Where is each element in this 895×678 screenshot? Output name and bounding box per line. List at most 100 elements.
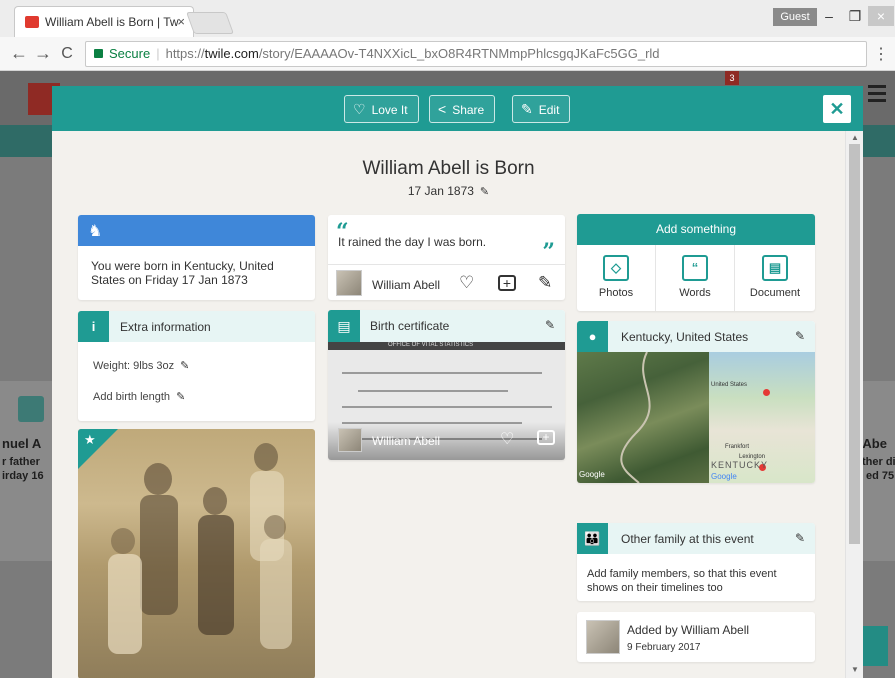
love-it-button[interactable]: ♡ Love It <box>344 95 419 123</box>
window-close-button[interactable]: × <box>868 6 894 26</box>
pencil-icon[interactable]: ✎ <box>538 273 552 293</box>
family-header: 👪 Other family at this event ✎ <box>577 523 815 554</box>
pencil-icon: ✎ <box>521 101 533 117</box>
map-city-label: Frankfort <box>725 444 750 450</box>
comment-icon[interactable]: + <box>537 430 555 445</box>
add-words-label: Words <box>679 287 711 299</box>
back-button[interactable]: ← <box>8 43 30 64</box>
photos-icon: ◇ <box>603 255 629 281</box>
share-label: Share <box>452 103 485 117</box>
lock-icon <box>94 49 103 58</box>
love-it-label: Love It <box>371 103 408 117</box>
maximize-button[interactable]: ❐ <box>842 6 868 26</box>
heart-icon[interactable]: ♡ <box>500 429 514 449</box>
modal-close-button[interactable]: ✕ <box>823 95 851 123</box>
certificate-card[interactable]: ▤ Birth certificate ✎ OFFICE OF VITAL ST… <box>328 310 565 460</box>
location-title: Kentucky, United States <box>621 330 749 344</box>
pencil-icon[interactable]: ✎ <box>795 531 805 545</box>
edit-weight-pencil-icon[interactable]: ✎ <box>180 360 189 372</box>
add-length-label: Add birth length <box>93 391 171 403</box>
avatar <box>586 620 620 654</box>
heart-icon[interactable]: ♡ <box>459 273 474 293</box>
family-photo[interactable]: ★ <box>78 429 315 678</box>
minimize-button[interactable]: – <box>816 6 842 26</box>
satellite-map[interactable]: Google <box>577 351 709 483</box>
certificate-header: ▤ Birth certificate ✎ <box>328 310 565 342</box>
profile-badge[interactable]: Guest <box>773 8 817 26</box>
satellite-google-label: Google <box>579 470 605 479</box>
weight-row[interactable]: Weight: 9lbs 3oz ✎ <box>93 359 189 372</box>
avatar <box>336 270 362 296</box>
url-host: twile.com <box>204 46 259 61</box>
twile-favicon-icon <box>25 16 39 28</box>
modal-toolbar: ♡ Love It < Share ✎ Edit ✕ <box>52 86 863 131</box>
add-something-title: Add something <box>577 214 815 245</box>
born-card-header: ♞ <box>78 215 315 246</box>
modal-scrollbar[interactable]: ▲ ▼ <box>845 131 863 678</box>
notification-badge: 3 <box>725 71 739 85</box>
words-icon: “ <box>682 255 708 281</box>
add-words-button[interactable]: “ Words <box>656 245 735 311</box>
map-region-label: United States <box>711 382 748 388</box>
family-text[interactable]: Add family members, so that this event s… <box>587 567 802 595</box>
weight-value: Weight: 9lbs 3oz <box>93 360 175 372</box>
bg-right-line1: ther di <box>862 456 895 468</box>
map-state-label: KENTUCKY <box>711 460 769 470</box>
bg-right-line2: ed 75 <box>866 470 895 482</box>
url-path: /story/EAAAAOv-T4NXXicL_bxO8R4RTNMmpPhlc… <box>258 46 660 61</box>
browser-tab[interactable]: William Abell is Born | Tw × <box>14 6 194 37</box>
document-icon: ▤ <box>328 310 360 342</box>
add-photos-button[interactable]: ◇ Photos <box>577 245 656 311</box>
quote-divider <box>328 264 565 265</box>
reload-button[interactable]: C <box>56 45 78 63</box>
edit-button[interactable]: ✎ Edit <box>512 95 571 123</box>
certificate-shade <box>328 422 565 460</box>
document-icon: ▤ <box>762 255 788 281</box>
share-icon: < <box>438 101 447 117</box>
story-date-row: 17 Jan 1873 ✎ <box>52 184 845 198</box>
added-by-card: Added by William Abell 9 February 2017 <box>577 612 815 662</box>
browser-menu-icon[interactable]: ⋮ <box>873 44 889 64</box>
added-by-date: 9 February 2017 <box>627 642 701 653</box>
url-input[interactable]: Secure | https://twile.com/story/EAAAAOv-T… <box>85 41 867 67</box>
road-map[interactable]: United States Frankfort Lexington KENTUC… <box>709 352 815 483</box>
hamburger-menu-icon[interactable] <box>868 85 886 103</box>
scroll-up-icon[interactable]: ▲ <box>851 133 859 142</box>
add-length-pencil-icon[interactable]: ✎ <box>176 391 185 403</box>
location-header: ● Kentucky, United States ✎ <box>577 321 815 352</box>
url-separator: | <box>156 46 160 61</box>
info-icon: i <box>78 311 109 342</box>
add-document-button[interactable]: ▤ Document <box>735 245 815 311</box>
edit-date-pencil-icon[interactable]: ✎ <box>480 186 489 198</box>
extra-info-title: Extra information <box>120 320 211 334</box>
person-icon <box>18 396 44 422</box>
add-length-row[interactable]: Add birth length ✎ <box>93 390 185 403</box>
comment-icon[interactable]: + <box>498 275 516 291</box>
satellite-river <box>620 351 651 483</box>
pencil-icon[interactable]: ✎ <box>545 318 555 332</box>
secure-label: Secure <box>109 46 151 61</box>
family-icon: 👪 <box>577 523 608 554</box>
avatar <box>338 428 362 452</box>
bg-left-line1: r father <box>2 456 40 468</box>
certificate-image[interactable]: OFFICE OF VITAL STATISTICS <box>328 342 565 460</box>
story-date: 17 Jan 1873 <box>407 184 474 198</box>
road-google-label: Google <box>711 472 737 481</box>
certificate-line <box>358 390 508 392</box>
tab-close-icon[interactable]: × <box>177 7 185 37</box>
bg-left-line2: irday 16 <box>2 470 44 482</box>
story-modal: ♡ Love It < Share ✎ Edit ✕ ▲ ▼ William Abel… <box>52 86 863 678</box>
add-something-card: Add something ◇ Photos “ Words ▤ Documen… <box>577 214 815 311</box>
close-quote-icon: ” <box>542 239 555 265</box>
edit-label: Edit <box>538 103 560 117</box>
forward-button[interactable]: → <box>32 43 54 64</box>
add-photos-label: Photos <box>598 287 634 299</box>
pencil-icon[interactable]: ✎ <box>795 329 805 343</box>
scroll-down-icon[interactable]: ▼ <box>851 665 859 674</box>
share-button[interactable]: < Share <box>429 95 496 123</box>
url-scheme: https:// <box>165 46 205 61</box>
scrollbar-thumb[interactable] <box>849 144 860 544</box>
certificate-header-text: OFFICE OF VITAL STATISTICS <box>388 342 474 348</box>
address-bar: ← → C Secure | https://twile.com/story/EAA… <box>0 37 895 71</box>
new-tab-button[interactable] <box>185 12 235 34</box>
